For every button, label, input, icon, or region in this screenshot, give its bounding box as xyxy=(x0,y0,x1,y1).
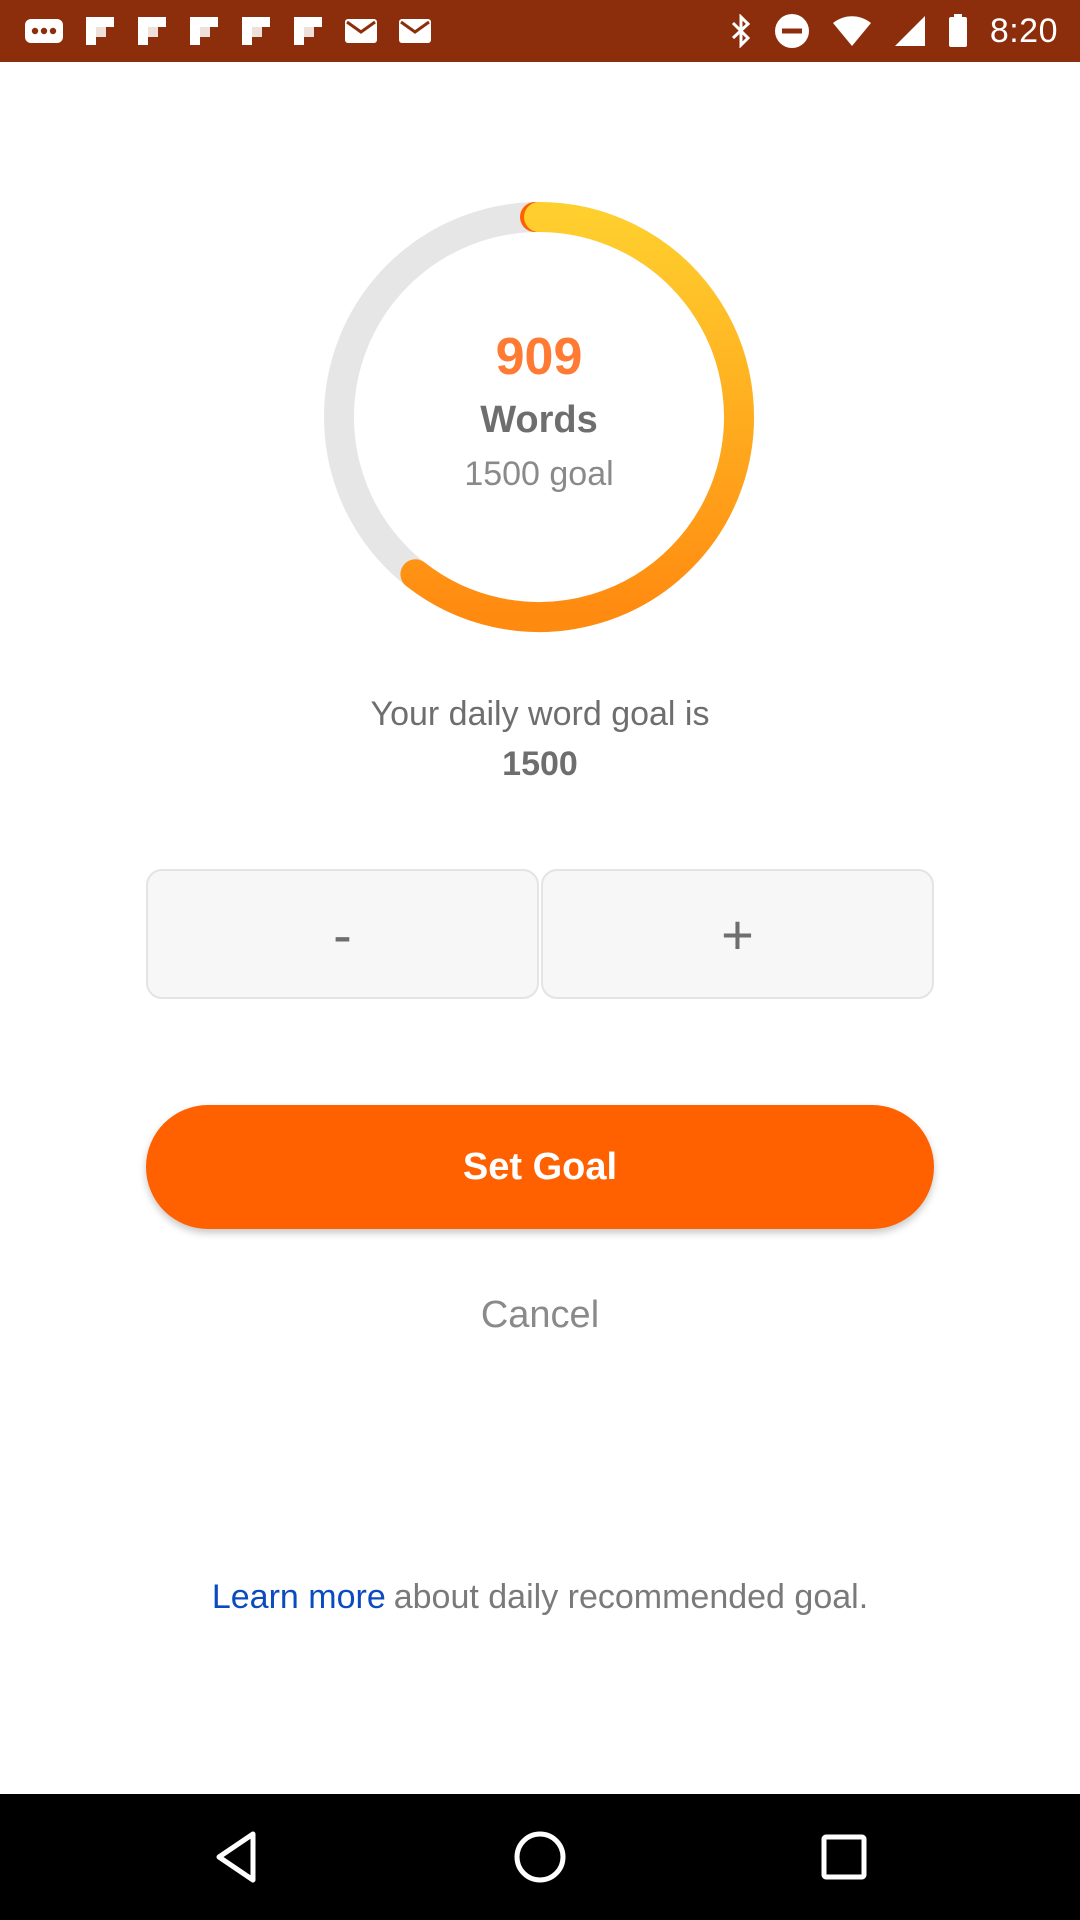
learn-more-link[interactable]: Learn more xyxy=(212,1578,386,1616)
system-icons: 8:20 xyxy=(730,12,1080,51)
recents-icon[interactable] xyxy=(804,1822,884,1892)
flipboard-icon xyxy=(292,15,324,47)
increase-goal-button[interactable]: + xyxy=(541,869,934,999)
dnd-icon xyxy=(774,13,810,49)
status-time: 8:20 xyxy=(989,11,1058,50)
flipboard-icon xyxy=(84,15,116,47)
goal-stepper: - + xyxy=(146,869,934,999)
word-count-unit: Words xyxy=(480,399,598,441)
word-count: 909 xyxy=(495,328,583,386)
minus-icon: - xyxy=(333,902,352,966)
back-icon[interactable] xyxy=(196,1822,276,1892)
flipboard-icon xyxy=(136,15,168,47)
mail-icon xyxy=(398,17,432,45)
set-goal-button[interactable]: Set Goal xyxy=(146,1105,934,1229)
cancel-button[interactable]: Cancel xyxy=(390,1285,690,1345)
daily-goal-text: Your daily word goal is 1500 xyxy=(0,690,1080,790)
bluetooth-icon xyxy=(730,14,752,48)
more-icon xyxy=(24,16,64,46)
notification-icons xyxy=(0,15,432,47)
learn-more-description: about daily recommended goal. xyxy=(393,1578,869,1616)
mail-icon xyxy=(344,17,378,45)
status-bar: 8:20 xyxy=(0,0,1080,62)
progress-ring: 909 Words 1500 goal xyxy=(322,200,756,634)
flipboard-icon xyxy=(240,15,272,47)
daily-goal-value: 1500 xyxy=(502,745,578,783)
wifi-icon xyxy=(832,15,872,47)
navigation-bar xyxy=(0,1794,1080,1920)
home-icon[interactable] xyxy=(500,1822,580,1892)
signal-icon xyxy=(894,15,926,47)
progress-ring-center: 909 Words 1500 goal xyxy=(322,200,756,634)
learn-more-text: Learn more about daily recommended goal. xyxy=(0,1578,1080,1617)
battery-icon xyxy=(948,14,968,48)
daily-goal-caption: Your daily word goal is xyxy=(370,695,710,733)
decrease-goal-button[interactable]: - xyxy=(146,869,539,999)
plus-icon: + xyxy=(721,902,754,966)
goal-label: 1500 goal xyxy=(464,455,614,493)
flipboard-icon xyxy=(188,15,220,47)
